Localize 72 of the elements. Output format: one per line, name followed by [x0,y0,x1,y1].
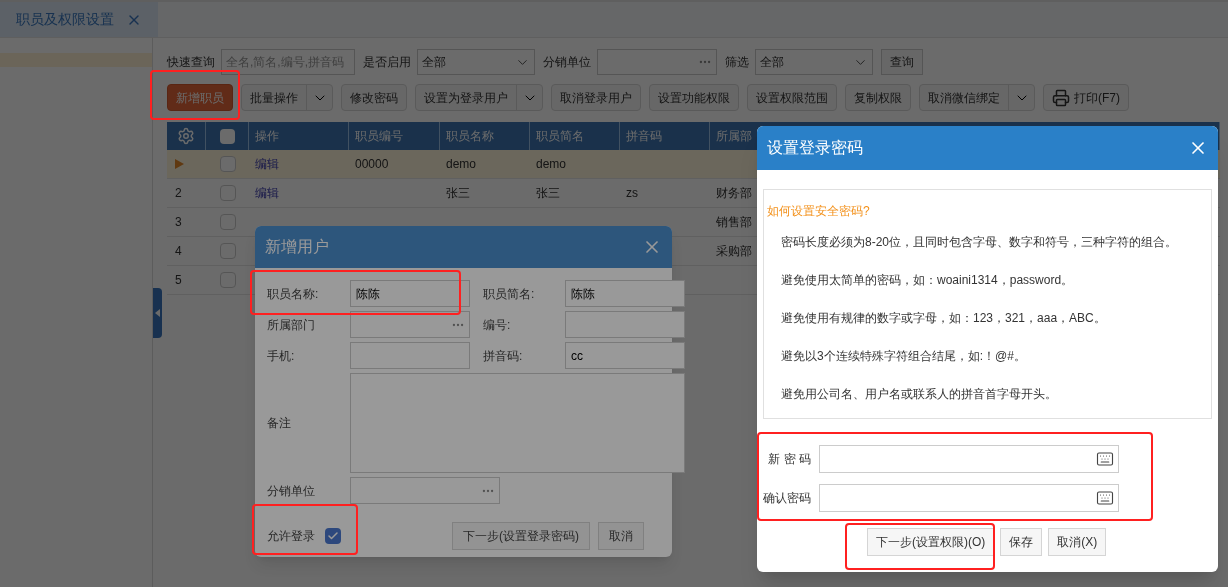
add-employee-button[interactable]: 新增职员 [167,84,233,111]
tip-text: 避免以3个连续特殊字符组合结尾，如:！@#。 [780,348,1027,365]
allow-login-label: 允许登录 [267,528,315,545]
dialog-button[interactable]: 下一步(设置权限)(O) [867,528,995,556]
select-field[interactable]: 全部 [417,49,535,75]
table-cell-text: demo [536,156,567,173]
tip-text: 密码长度必须为8-20位，且同时包含字母、数字和符号，三种字符的组合。 [780,234,1179,251]
check-icon [327,530,339,542]
query-button[interactable]: 查询 [881,49,923,75]
table-cell-text: 张三 [536,185,560,202]
toolbar-button[interactable]: 复制权限 [845,84,911,111]
allow-login-checkbox[interactable] [325,528,341,544]
field-label: 确认密码 [762,490,812,507]
field-label: 新 密 码 [767,451,812,468]
tip-text: 避免使用有规律的数字或字母，如：123，321，aaa，ABC。 [780,310,1107,327]
field-label: 职员简名: [483,285,536,303]
password-field[interactable] [819,484,1119,512]
table-cell-text: 张三 [446,185,470,202]
input-field[interactable]: 陈陈 [350,280,470,307]
field-label: 拼音码: [483,347,524,365]
input-field[interactable] [565,311,685,338]
row-number: 4 [175,243,182,260]
picker-field[interactable] [597,49,717,75]
row-number: 3 [175,214,182,231]
select-field[interactable]: 全部 [755,49,873,75]
input-field[interactable] [350,342,470,369]
table-cell-text: 采购部 [716,243,752,260]
table-cell-text: 00000 [355,156,389,173]
filter-label: 筛选 [725,54,749,71]
row-number: 2 [175,185,182,202]
page-tab[interactable]: 职员及权限设置 [0,2,158,37]
filter-label: 是否启用 [363,54,411,71]
field-label: 编号: [483,316,512,334]
table-cell-text: 销售部 [716,214,752,231]
tip-text: 避免用公司名、用户名或联系人的拼音首字母开头。 [780,386,1058,403]
settings-icon[interactable] [177,127,195,145]
field-label: 分销单位 [267,482,316,500]
toolbar-button[interactable]: 修改密码 [341,84,407,111]
field-label: 手机: [267,347,296,365]
input-field[interactable]: 陈陈 [565,280,685,307]
table-cell-text: zs [626,185,638,202]
collapse-handle[interactable] [153,287,162,338]
keyboard-icon[interactable] [1096,450,1114,468]
toolbar-button[interactable]: 设置权限范围 [747,84,837,111]
current-row-icon [175,159,184,169]
dialog-title: 新增用户 [265,237,329,257]
notes-field[interactable] [350,373,685,473]
printer-icon [1052,88,1070,107]
picker-field[interactable] [350,311,470,338]
filter-label: 分销单位 [543,54,591,71]
dialog-button[interactable]: 取消(X) [1048,528,1107,556]
field-label: 备注 [267,415,292,432]
header-checkbox[interactable] [219,128,235,144]
dialog-button[interactable]: 取消 [598,522,644,550]
input-field[interactable]: cc [565,342,685,369]
field-label: 所属部门 [267,316,316,334]
dialog-button[interactable]: 保存 [1000,528,1043,556]
picker-field[interactable] [350,477,500,504]
password-field[interactable] [819,445,1119,473]
table-cell-text: demo [446,156,477,173]
field-label: 职员名称: [267,285,320,303]
filter-label: 快速查询 [167,54,215,71]
print-button[interactable]: 打印(F7) [1043,84,1129,111]
toolbar-button[interactable]: 设置功能权限 [649,84,739,111]
table-cell-text: 财务部 [716,185,752,202]
edit-link[interactable]: 编辑 [255,184,279,202]
toolbar-button[interactable]: 取消登录用户 [551,84,641,111]
keyboard-icon[interactable] [1096,489,1114,507]
dialog-button[interactable]: 下一步(设置登录密码) [452,522,590,550]
tip-text: 避免使用太简单的密码，如：woaini1314，password。 [780,272,1075,289]
edit-link[interactable]: 编辑 [255,155,279,173]
row-number: 5 [175,272,182,289]
